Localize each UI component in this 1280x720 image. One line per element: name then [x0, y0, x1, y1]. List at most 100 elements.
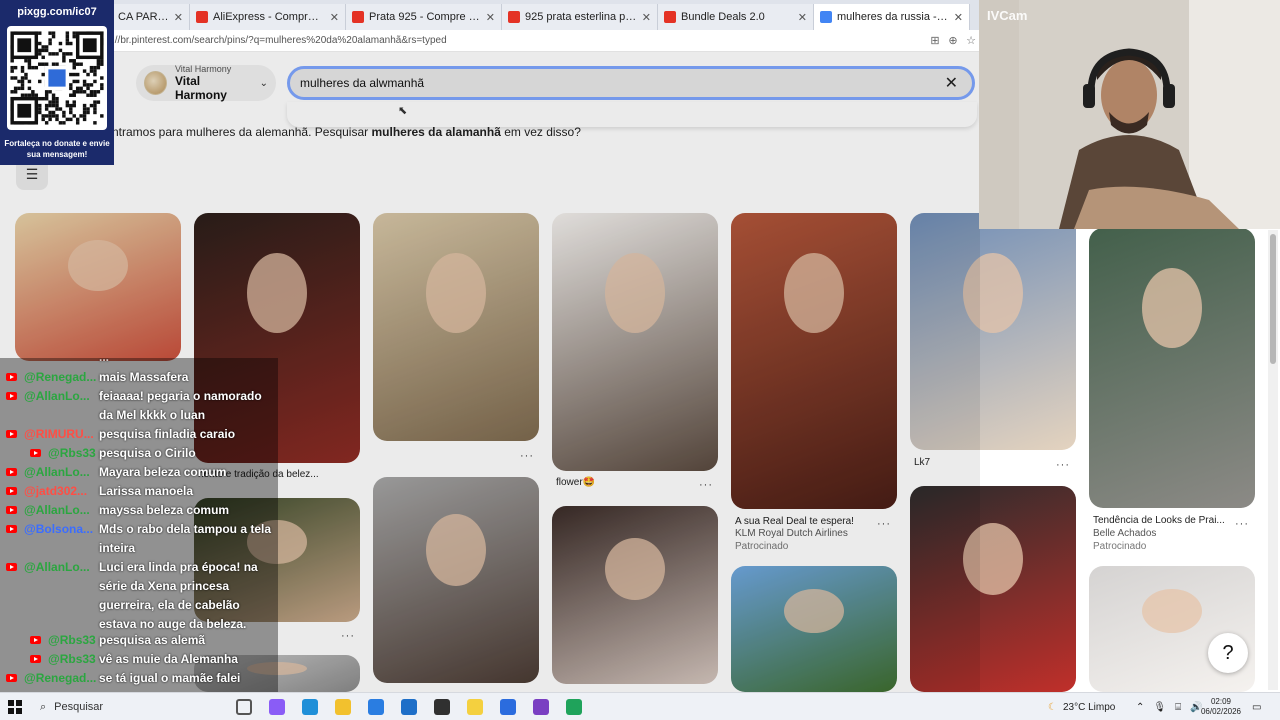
tab-close-icon[interactable]: ✕: [330, 11, 339, 24]
scrollbar-thumb[interactable]: [1270, 234, 1276, 364]
webcam-feed: IVCam: [979, 0, 1280, 229]
tab-title: AliExpress - Compras en línea para: [213, 11, 325, 23]
search-input[interactable]: mulheres da alwmanhã ✕: [287, 66, 975, 100]
browser-tab[interactable]: CA PARA LIVE 2 ✕: [112, 4, 190, 30]
copilot-icon[interactable]: [269, 699, 285, 715]
help-button[interactable]: ?: [1208, 633, 1248, 673]
tab-title: mulheres da russia - Pesquisa Goo: [837, 11, 949, 23]
tab-close-icon[interactable]: ✕: [486, 11, 495, 24]
chat-message: @Renegad... mais Massafera: [4, 368, 278, 387]
youtube-icon: [6, 525, 17, 533]
mouse-pointer-icon: ⬉: [398, 105, 408, 117]
address-url[interactable]: ://br.pinterest.com/search/pins/?q=mulhe…: [112, 35, 926, 46]
account-label-small: Vital Harmony: [174, 64, 232, 74]
browser-tab[interactable]: AliExpress - Compras en línea para ✕: [190, 4, 346, 30]
youtube-icon: [30, 636, 41, 644]
tab-close-icon[interactable]: ✕: [798, 11, 807, 24]
tab-close-icon[interactable]: ✕: [174, 11, 183, 24]
chat-message: @AllanLo... feiaaaa! pegaria o namorado d…: [4, 387, 278, 425]
suggestion-term-link[interactable]: mulheres da alamanhã: [371, 125, 500, 139]
close-icon[interactable]: ✕: [945, 73, 958, 93]
terminal-icon[interactable]: [566, 699, 582, 715]
youtube-icon: [6, 430, 17, 438]
page-scrollbar[interactable]: [1268, 230, 1278, 690]
taskbar-search[interactable]: ⌕ Pesquisar: [34, 696, 214, 718]
zoom-icon[interactable]: ⊕: [944, 34, 962, 47]
youtube-icon: [30, 449, 41, 457]
chat-text: mayssa beleza comum: [99, 503, 230, 517]
network-icon[interactable]: ⌸: [1175, 702, 1181, 713]
pin-image[interactable]: [552, 213, 718, 471]
chat-username: @AllanLo...: [24, 560, 90, 574]
notification-icon[interactable]: ▭: [1252, 693, 1261, 720]
pin-image[interactable]: [910, 213, 1076, 450]
suggestion-suffix: em vez disso?: [500, 125, 581, 139]
browser-tab[interactable]: Bundle Deals 2.0 ✕: [658, 4, 814, 30]
chevron-up-icon[interactable]: ⌃: [1136, 702, 1144, 713]
browser-tab[interactable]: 925 prata esterlina pulseiras 17-20 ✕: [502, 4, 658, 30]
outlook-icon[interactable]: [401, 699, 417, 715]
chat-text: ...: [99, 358, 277, 367]
pin-subject: [426, 253, 486, 333]
pin-more-options-icon[interactable]: ···: [1056, 459, 1070, 471]
streaming-app-icon[interactable]: [533, 699, 549, 715]
address-bar[interactable]: ://br.pinterest.com/search/pins/?q=mulhe…: [0, 30, 980, 52]
tab-close-icon[interactable]: ✕: [954, 11, 963, 24]
weather-widget[interactable]: ☾ 23°C Limpo: [1048, 693, 1115, 720]
browser-tab[interactable]: mulheres da russia - Pesquisa Goo ✕: [814, 4, 970, 30]
pin-subject: [784, 253, 844, 333]
pin-image[interactable]: [1089, 228, 1255, 508]
clock-time: 02:09: [1210, 697, 1232, 706]
obs-icon[interactable]: [434, 699, 450, 715]
pin-subject: [784, 588, 844, 633]
pin-image[interactable]: [731, 213, 897, 509]
youtube-icon: [6, 674, 17, 682]
pin-image[interactable]: [373, 213, 539, 441]
pin-image[interactable]: [552, 506, 718, 684]
sticky-notes-icon[interactable]: [467, 699, 483, 715]
file-explorer-icon[interactable]: [335, 699, 351, 715]
chat-message: @RIMURU... pesquisa finladia caraio: [4, 425, 278, 444]
system-clock[interactable]: 02:09 06/02/2026: [1198, 697, 1244, 717]
pin-image[interactable]: [1089, 566, 1255, 692]
account-switcher[interactable]: Vital Harmony Vital Harmony ⌄: [136, 64, 276, 102]
clock-date: 06/02/2026: [1200, 707, 1242, 716]
tab-title: 925 prata esterlina pulseiras 17-20: [525, 11, 637, 23]
task-view-icon[interactable]: [236, 699, 252, 715]
youtube-icon: [6, 487, 17, 495]
grid-icon[interactable]: ⊞: [926, 34, 944, 47]
tab-close-icon[interactable]: ✕: [642, 11, 651, 24]
tab-title: CA PARA LIVE 2: [118, 11, 169, 23]
pin-label: flower🤩: [556, 477, 596, 488]
windows-start-icon[interactable]: [8, 700, 22, 714]
pin-more-options-icon[interactable]: ···: [877, 518, 891, 530]
pin-image[interactable]: [910, 486, 1076, 692]
favorite-icon[interactable]: ☆: [962, 34, 980, 47]
moon-icon: ☾: [1048, 701, 1057, 713]
chat-username: @RIMURU...: [24, 427, 94, 441]
pin-label: Belle Achados: [1093, 528, 1157, 539]
browser-tab[interactable]: Prata 925 - Compre Prata 925 com ✕: [346, 4, 502, 30]
pin-image[interactable]: [731, 566, 897, 692]
pin-label: KLM Royal Dutch Airlines: [735, 528, 848, 539]
pin-more-options-icon[interactable]: ···: [520, 450, 534, 462]
pin-image[interactable]: [373, 477, 539, 683]
chat-username: @AllanLo...: [24, 389, 90, 403]
account-names: Vital Harmony Vital Harmony: [175, 64, 252, 102]
edge-icon[interactable]: [302, 699, 318, 715]
chat-username: @jatd302...: [24, 484, 88, 498]
pin-subject: [605, 253, 665, 333]
pin-label: Patrocinado: [1093, 541, 1147, 552]
chevron-down-icon[interactable]: ⌄: [260, 78, 268, 89]
pin-more-options-icon[interactable]: ···: [699, 479, 713, 491]
microphone-icon[interactable]: 🎙: [1153, 702, 1166, 713]
pin-image[interactable]: [15, 213, 181, 361]
chat-text: mais Massafera: [99, 370, 189, 384]
search-value[interactable]: mulheres da alwmanhã: [300, 76, 945, 90]
store-icon[interactable]: [368, 699, 384, 715]
pin-more-options-icon[interactable]: ···: [1235, 518, 1249, 530]
word-icon[interactable]: [500, 699, 516, 715]
tab-favicon-icon: [508, 11, 520, 23]
pin-subject: [1142, 268, 1202, 348]
pin-more-options-icon[interactable]: ···: [341, 630, 355, 642]
